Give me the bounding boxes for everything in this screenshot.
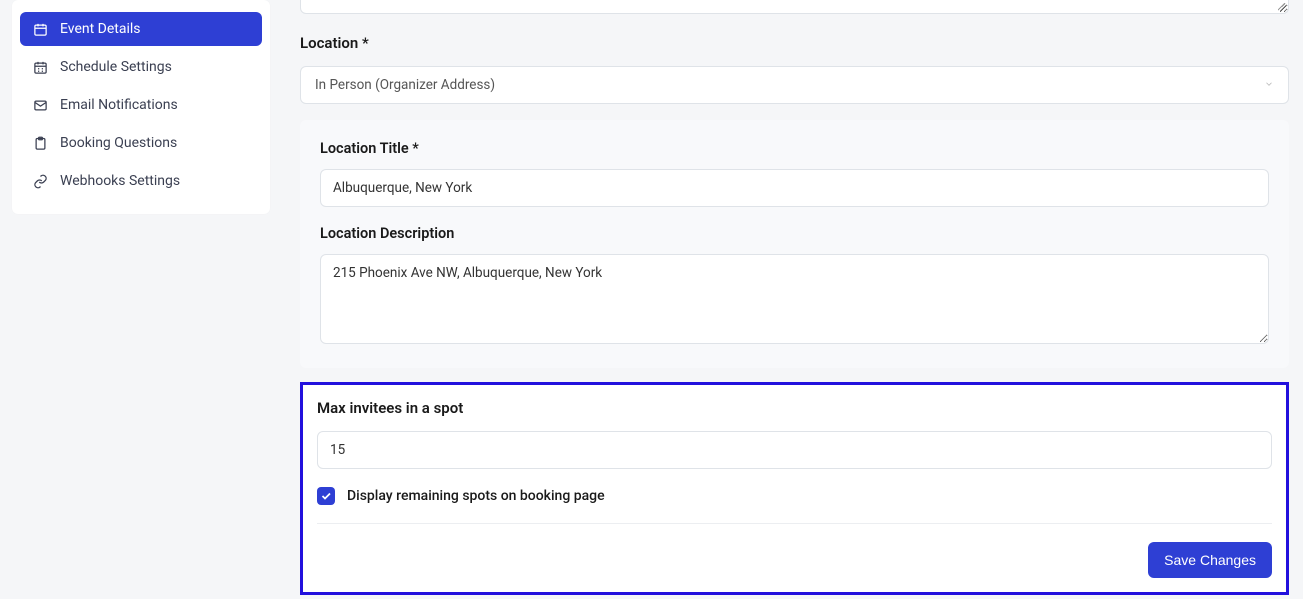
sidebar-item-webhooks-settings[interactable]: Webhooks Settings — [20, 164, 262, 198]
max-invitees-section: Max invitees in a spot Display remaining… — [300, 382, 1289, 595]
location-title-label: Location Title * — [320, 140, 1269, 157]
location-select[interactable]: In Person (Organizer Address) — [300, 66, 1289, 104]
mail-icon — [32, 97, 48, 113]
calendar-event-icon — [32, 21, 48, 37]
location-details-panel: Location Title * Location Description — [300, 120, 1289, 368]
sidebar-item-label: Email Notifications — [60, 97, 178, 113]
section-divider — [317, 523, 1272, 524]
sidebar-item-schedule-settings[interactable]: Schedule Settings — [20, 50, 262, 84]
chevron-down-icon — [1264, 77, 1274, 93]
location-select-value: In Person (Organizer Address) — [315, 77, 495, 93]
sidebar-item-label: Event Details — [60, 21, 141, 37]
max-invitees-input[interactable] — [317, 431, 1272, 469]
location-description-textarea[interactable] — [320, 254, 1269, 344]
display-remaining-label: Display remaining spots on booking page — [347, 488, 605, 504]
sidebar-item-label: Webhooks Settings — [60, 173, 180, 189]
sidebar-item-event-details[interactable]: Event Details — [20, 12, 262, 46]
calendar-icon — [32, 59, 48, 75]
main-form-area: Location * In Person (Organizer Address)… — [300, 0, 1303, 595]
sidebar-item-label: Booking Questions — [60, 135, 177, 151]
display-remaining-checkbox[interactable] — [317, 487, 335, 505]
location-label: Location * — [300, 34, 1289, 52]
display-remaining-row: Display remaining spots on booking page — [317, 487, 1272, 505]
description-textarea-partial[interactable] — [300, 0, 1289, 14]
sidebar-item-email-notifications[interactable]: Email Notifications — [20, 88, 262, 122]
max-invitees-label: Max invitees in a spot — [317, 399, 1272, 417]
form-footer: Save Changes — [317, 542, 1272, 578]
save-changes-button[interactable]: Save Changes — [1148, 542, 1272, 578]
sidebar-item-label: Schedule Settings — [60, 59, 172, 75]
settings-sidebar: Event Details Schedule Settings Email No… — [12, 0, 270, 214]
location-section: Location * In Person (Organizer Address)… — [300, 34, 1289, 368]
link-icon — [32, 173, 48, 189]
clipboard-icon — [32, 135, 48, 151]
sidebar-item-booking-questions[interactable]: Booking Questions — [20, 126, 262, 160]
location-description-label: Location Description — [320, 225, 1269, 242]
location-title-input[interactable] — [320, 169, 1269, 207]
